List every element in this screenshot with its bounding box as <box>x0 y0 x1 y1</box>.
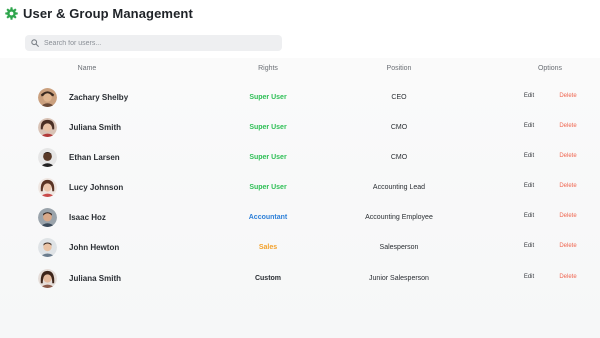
table-row: Isaac Hoz Accountant Accounting Employee… <box>0 203 600 233</box>
page-title: User & Group Management <box>23 5 193 21</box>
delete-button[interactable]: Delete <box>559 93 576 99</box>
user-position: CMO <box>390 124 408 131</box>
delete-button[interactable]: Delete <box>559 153 576 159</box>
gear-icon <box>5 6 18 20</box>
user-name: Lucy Johnson <box>69 183 124 192</box>
user-rights: Super User <box>249 124 287 131</box>
user-position: CMO <box>390 154 408 161</box>
user-rights: Custom <box>254 275 282 282</box>
user-rights: Accountant <box>248 214 288 221</box>
avatar <box>38 88 57 107</box>
user-position: Accounting Employee <box>365 214 433 221</box>
edit-button[interactable]: Edit <box>524 243 534 249</box>
table-row: John Hewton Sales Salesperson Edit Delet… <box>0 233 600 263</box>
table-row: Zachary Shelby Super User CEO Edit Delet… <box>0 83 600 113</box>
delete-button[interactable]: Delete <box>559 243 576 249</box>
user-name: Juliana Smith <box>69 274 122 283</box>
search-bar[interactable] <box>25 35 282 51</box>
table-header: Name Rights Position Options <box>0 58 600 78</box>
avatar <box>38 269 57 288</box>
edit-button[interactable]: Edit <box>524 93 534 99</box>
search-icon <box>31 39 39 47</box>
user-position: Salesperson <box>379 244 419 251</box>
column-header-rights: Rights <box>258 65 278 72</box>
search-input[interactable] <box>44 36 274 50</box>
delete-button[interactable]: Delete <box>559 274 576 280</box>
column-header-options: Options <box>537 65 563 72</box>
avatar <box>38 178 57 197</box>
user-rights: Sales <box>258 244 278 251</box>
avatar <box>38 238 57 257</box>
users-table: Name Rights Position Options Zachary She… <box>0 58 600 338</box>
table-row: Ethan Larsen Super User CMO Edit Delete <box>0 143 600 173</box>
edit-button[interactable]: Edit <box>524 153 534 159</box>
user-name: Juliana Smith <box>69 123 122 132</box>
avatar <box>38 118 57 137</box>
user-name: Isaac Hoz <box>69 213 106 222</box>
avatar <box>38 148 57 167</box>
user-position: Accounting Lead <box>372 184 426 191</box>
delete-button[interactable]: Delete <box>559 213 576 219</box>
user-rights: Super User <box>249 184 287 191</box>
edit-button[interactable]: Edit <box>524 123 534 129</box>
edit-button[interactable]: Edit <box>524 183 534 189</box>
table-row: Lucy Johnson Super User Accounting Lead … <box>0 173 600 203</box>
user-rights: Super User <box>249 94 287 101</box>
avatar <box>38 208 57 227</box>
table-row: Juliana Smith Custom Junior Salesperson … <box>0 264 600 294</box>
column-header-position: Position <box>386 65 412 72</box>
user-position: CEO <box>391 94 407 101</box>
delete-button[interactable]: Delete <box>559 183 576 189</box>
user-name: Ethan Larsen <box>69 153 120 162</box>
column-header-name: Name <box>77 65 97 72</box>
table-row: Juliana Smith Super User CMO Edit Delete <box>0 113 600 143</box>
user-name: Zachary Shelby <box>69 93 129 102</box>
edit-button[interactable]: Edit <box>524 274 534 280</box>
user-rights: Super User <box>249 154 287 161</box>
user-name: John Hewton <box>69 243 120 252</box>
edit-button[interactable]: Edit <box>524 213 534 219</box>
delete-button[interactable]: Delete <box>559 123 576 129</box>
user-position: Junior Salesperson <box>369 275 429 282</box>
page-header: User & Group Management <box>5 4 193 22</box>
